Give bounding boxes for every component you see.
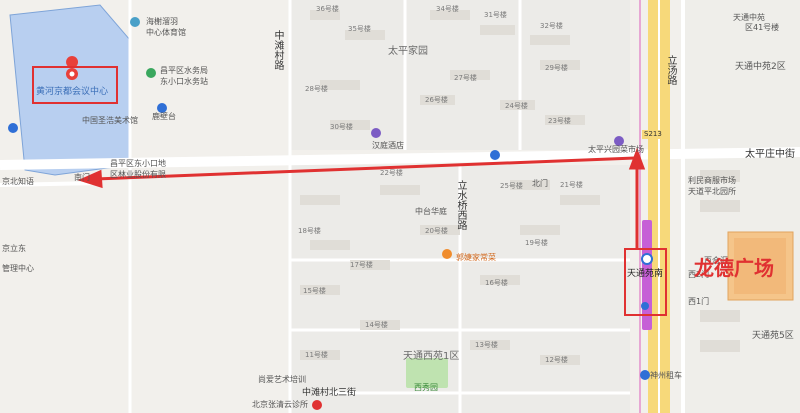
poi-guojia[interactable]: 郭婕家常菜: [456, 254, 496, 262]
building-label: 28号楼: [305, 85, 328, 93]
map-canvas[interactable]: [0, 0, 800, 413]
building-label: 35号楼: [348, 25, 371, 33]
restaurant-icon[interactable]: [442, 249, 452, 259]
poi-china-museum[interactable]: 中国圣浩美术馆: [82, 117, 138, 125]
poi-water-service[interactable]: 昌平区水务局: [160, 67, 208, 75]
building-label: 26号楼: [425, 96, 448, 104]
building-label: 13号楼: [475, 341, 498, 349]
poi-tiantong-nan-station[interactable]: 天通苑南: [627, 270, 663, 279]
building-label: 19号楼: [525, 239, 548, 247]
poi-water-service2[interactable]: 东小口水务站: [160, 78, 208, 86]
taiping-street-label: 太平庄中街: [745, 149, 795, 160]
building-label: 20号楼: [425, 227, 448, 235]
hotel-icon[interactable]: [371, 128, 381, 138]
building-label: 11号楼: [305, 351, 328, 359]
poi-mgmt: 管理中心: [2, 264, 34, 273]
car-rental-icon[interactable]: [640, 370, 650, 380]
highlight-box-destination: [32, 66, 118, 104]
building-label: 15号楼: [303, 287, 326, 295]
poi-zhengshan[interactable]: 中台华庭: [415, 208, 447, 216]
poi-east-area: 京立东: [2, 244, 26, 253]
highlight-box-station: [624, 248, 667, 316]
parking-icon[interactable]: [8, 123, 18, 133]
sports-icon[interactable]: [130, 17, 140, 27]
building-label: 18号楼: [298, 227, 321, 235]
poi-west-label: 南门: [74, 173, 90, 182]
poi-haixie2[interactable]: 中心体育馆: [146, 29, 186, 37]
building-label: 24号楼: [505, 102, 528, 110]
lishan-road-label: 立汤路: [665, 55, 676, 85]
building-label: 22号楼: [380, 169, 403, 177]
building-label: 36号楼: [316, 5, 339, 13]
taiping-garden-label: 太平家园: [388, 46, 428, 57]
poi-haixie[interactable]: 海榭溜羽: [146, 18, 178, 26]
building-label: 14号楼: [365, 321, 388, 329]
s213-badge: S213: [642, 130, 664, 139]
annotation-longde-plaza: 龙德广场: [694, 256, 774, 280]
building-label: 32号楼: [540, 22, 563, 30]
right-top-label: 天通中苑: [733, 13, 765, 22]
poi-zhangqing-clinic[interactable]: 北京张清云诊所: [252, 401, 308, 409]
poi-hanting[interactable]: 汉庭酒店: [372, 142, 404, 150]
right-mid-label: 利民商服市场: [688, 176, 736, 185]
building-label: 12号楼: [545, 356, 568, 364]
water-service-icon[interactable]: [146, 68, 156, 78]
poi-xixiu-garden[interactable]: 西秀园: [414, 384, 438, 392]
poi-shenzhou-car[interactable]: 神州租车: [650, 372, 682, 380]
poi-west-gate1[interactable]: 西1门: [688, 298, 709, 306]
zhongtan-road-label: 中滩村路: [272, 30, 283, 70]
clinic-icon[interactable]: [312, 400, 322, 410]
building-label: 30号楼: [330, 123, 353, 131]
lishui-bridge-road-label: 立水桥西路: [455, 180, 466, 230]
building-label: 16号楼: [485, 279, 508, 287]
poi-taiping-market[interactable]: 太平兴园菜市场: [588, 146, 644, 154]
right-top2-label: 区41号楼: [745, 23, 780, 32]
tiantong-xiyuan5-label: 天通苑5区: [752, 331, 794, 341]
building-label: 34号楼: [436, 5, 459, 13]
tiantong-west-label: 天通西苑1区: [403, 351, 460, 362]
building-label: 21号楼: [560, 181, 583, 189]
building-label: 17号楼: [350, 261, 373, 269]
destination-label[interactable]: 黄河京都会议中心: [36, 88, 108, 97]
building-label: 29号楼: [545, 64, 568, 72]
north3-street-label: 中滩村北三街: [302, 388, 357, 398]
poi-lutai[interactable]: 鹿壁台: [152, 113, 176, 121]
poi-art-school[interactable]: 尚爱艺术培训: [258, 376, 306, 384]
poi-xiaokou-land2[interactable]: 区林业股份有限: [110, 171, 166, 179]
right-mid2-label: 天道平北园所: [688, 187, 736, 196]
poi-north-gate[interactable]: 北门: [532, 180, 548, 188]
building-label: 31号楼: [484, 11, 507, 19]
poi-xiaokou-land[interactable]: 昌平区东小口地: [110, 160, 166, 168]
poi-kindergarten: 京北知语: [2, 177, 34, 186]
building-label: 25号楼: [500, 182, 523, 190]
tiantong-zhongyuan2-label: 天通中苑2区: [735, 62, 786, 72]
building-label: 23号楼: [548, 117, 571, 125]
bus-stop-icon[interactable]: [490, 150, 500, 160]
building-label: 27号楼: [454, 74, 477, 82]
